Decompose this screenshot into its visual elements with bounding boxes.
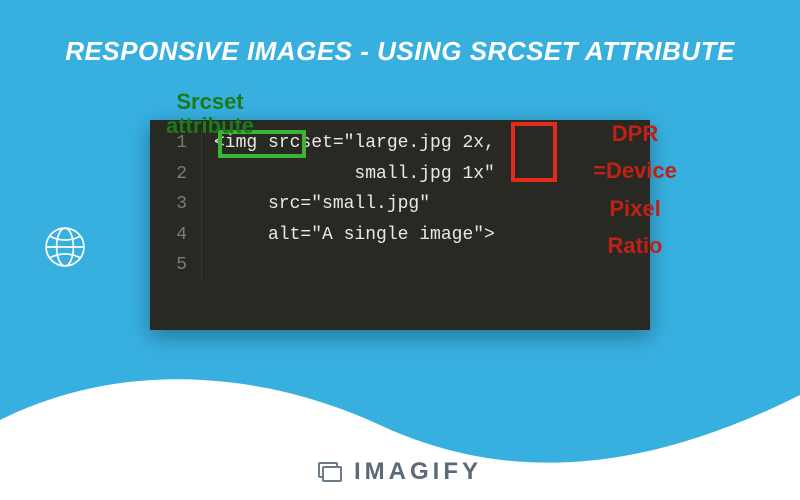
highlight-dpr [511,122,557,182]
code-content: alt="A single image"> [202,220,495,251]
diagram-canvas: RESPONSIVE IMAGES - USING SRCSET ATTRIBU… [0,0,800,500]
code-content: src="small.jpg" [202,189,430,220]
diagram-title: RESPONSIVE IMAGES - USING SRCSET ATTRIBU… [0,36,800,67]
dpr-label: DPR =Device Pixel Ratio [560,115,710,265]
brand-text: IMAGIFY [354,458,482,486]
line-number: 4 [150,220,202,251]
code-content: small.jpg 1x" [202,159,495,190]
srcset-label: Srcset attribute [140,90,280,138]
brand: IMAGIFY [0,458,800,486]
dpr-label-line: =Device [560,152,710,189]
line-number: 5 [150,250,202,281]
dpr-label-line: Ratio [560,227,710,264]
brand-stack-icon [318,462,344,482]
line-number: 3 [150,189,202,220]
globe-icon [44,226,86,268]
dpr-label-line: DPR [560,115,710,152]
dpr-label-line: Pixel [560,190,710,227]
line-number: 2 [150,159,202,190]
code-content [202,250,214,281]
